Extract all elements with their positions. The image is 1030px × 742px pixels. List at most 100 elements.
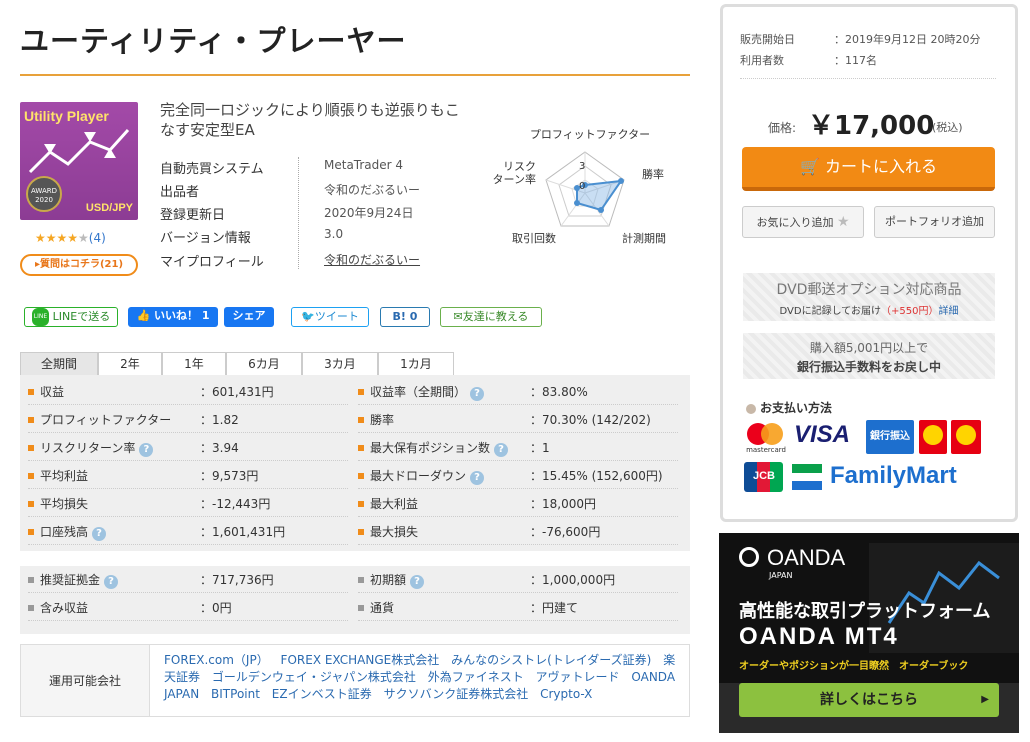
ask-question-button[interactable]: ▸質問はコチラ(21) [20, 254, 138, 276]
ad-brand-sub: JAPAN [769, 571, 793, 580]
stat-label-text: 最大ドローダウン [370, 469, 467, 483]
facebook-like-button[interactable]: 👍 いいね！ 1 [128, 307, 218, 327]
stat-value: ：0円 [200, 601, 232, 615]
stat-label: 最大ドローダウン? [358, 464, 485, 488]
page-title: ユーティリティ・プレーヤー [20, 24, 407, 58]
tweet-button[interactable]: 🐦ツイート [291, 307, 369, 327]
oanda-ad-banner[interactable]: OANDA JAPAN 高性能な取引プラットフォーム OANDA MT4 オーダ… [719, 533, 1019, 733]
stat-value: ：9,573円 [200, 469, 259, 483]
radar-label-pf: プロフィットファクター [529, 128, 651, 141]
cart-icon: 🛒 [799, 157, 820, 176]
help-icon[interactable]: ? [92, 527, 107, 541]
row-divider [358, 432, 678, 433]
bullet-icon [358, 388, 364, 395]
row-divider [358, 516, 678, 517]
add-portfolio-button[interactable]: ポートフォリオ追加 [874, 206, 995, 238]
rating-stars[interactable]: ★★★★★(4) [35, 231, 106, 245]
star-icon: ★ [836, 214, 850, 230]
bank-refund-line2: 銀行振込手数料をお戻し中 [796, 360, 941, 374]
stat-label: 収益率（全期間）? [358, 380, 485, 404]
thumbs-up-icon: 👍 [136, 309, 151, 322]
row-divider [358, 544, 678, 545]
bullet-icon [358, 604, 364, 611]
line-share-button[interactable]: LINE LINEで送る [24, 307, 118, 327]
dvd-detail-link[interactable]: 詳細 [938, 306, 958, 317]
brokers-label: 運用可能会社 [20, 644, 150, 717]
broker-link[interactable]: みんなのシストレ(トレイダーズ証券) [451, 653, 651, 667]
tab-all[interactable]: 全期間 [20, 352, 98, 376]
broker-link[interactable]: アヴァトレード [536, 670, 620, 684]
stat-value: ：-76,600円 [530, 525, 601, 539]
product-image[interactable]: Utility Player AWARD 2020 USD/JPY [20, 102, 138, 220]
tab-3m[interactable]: 3カ月 [302, 352, 378, 376]
rating-stars-filled: ★★★★ [35, 231, 79, 245]
bullet-icon [28, 472, 34, 479]
ad-details-button[interactable]: 詳しくはこちら ▶ [739, 683, 999, 717]
oanda-logo-icon [739, 547, 759, 567]
help-icon[interactable]: ? [104, 575, 119, 589]
broker-link[interactable]: 外為ファイネスト [428, 670, 524, 684]
help-icon[interactable]: ? [494, 443, 509, 457]
stat-label-text: 平均損失 [40, 497, 89, 511]
help-icon[interactable]: ? [470, 387, 485, 401]
stat-label: 口座残高? [28, 520, 107, 544]
help-icon[interactable]: ? [410, 575, 425, 589]
radar-label-win: 勝率 [642, 168, 664, 181]
stat-value: ：601,431円 [200, 385, 274, 399]
broker-link[interactable]: FOREX.com（JP） [164, 653, 269, 667]
tab-1y[interactable]: 1年 [162, 352, 226, 376]
broker-link[interactable]: サクソバンク証券株式会社 [384, 687, 529, 701]
brokers-list: FOREX.com（JP） FOREX EXCHANGE株式会社 みんなのシスト… [164, 652, 684, 703]
tell-friend-button[interactable]: ✉友達に教える [440, 307, 542, 327]
tell-friend-label: 友達に教える [462, 310, 529, 323]
broker-link[interactable]: Crypto-X [540, 687, 592, 701]
bank-refund-box: 購入額5,001円以上で 銀行振込手数料をお戻し中 [743, 333, 995, 379]
row-divider [28, 432, 348, 433]
profile-link[interactable]: 令和のだぶるいー [324, 251, 420, 268]
award-badge: AWARD 2020 [26, 176, 62, 212]
tab-6m[interactable]: 6カ月 [226, 352, 302, 376]
daily-yamazaki-logo [951, 420, 981, 454]
stat-label: 最大利益 [358, 492, 418, 516]
info-key: 出品者 [160, 185, 200, 200]
broker-link[interactable]: BITPoint [211, 687, 260, 701]
familymart-logo: FamilyMart [830, 462, 957, 489]
stat-value: ：1,601,431円 [200, 525, 286, 539]
payment-methods-label: お支払い方法 [760, 401, 833, 415]
info-separator [298, 157, 299, 269]
mastercard-logo: mastercard [743, 421, 789, 455]
facebook-share-button[interactable]: シェア [224, 307, 274, 327]
broker-link[interactable]: FOREX EXCHANGE株式会社 [281, 653, 440, 667]
dvd-option-sub: DVDに記録してお届け [779, 306, 881, 317]
stat-value: ：70.30% (142/202) [530, 413, 651, 427]
mastercard-text: mastercard [746, 446, 786, 454]
help-icon[interactable]: ? [139, 443, 154, 457]
stat-label-text: 含み収益 [40, 601, 89, 615]
info-value: 令和のだぶるいー [324, 183, 421, 197]
rating-stars-empty: ★ [78, 231, 89, 245]
ad-details-label: 詳しくはこちら [820, 692, 918, 708]
bullet-icon [358, 576, 364, 583]
tab-1m[interactable]: 1カ月 [378, 352, 454, 376]
tab-2y[interactable]: 2年 [98, 352, 162, 376]
hatena-bookmark-button[interactable]: B! 0 [380, 307, 430, 327]
help-icon[interactable]: ? [470, 471, 485, 485]
broker-link[interactable]: EZインベスト証券 [272, 687, 372, 701]
stat-value: ：1.82 [200, 413, 239, 427]
bank-transfer-logo: 銀行振込 [866, 420, 914, 454]
bullet-icon [358, 444, 364, 451]
add-to-cart-button[interactable]: 🛒 カートに入れる [742, 147, 995, 191]
row-divider [28, 592, 348, 593]
stat-label: 最大損失 [358, 520, 418, 544]
stat-label: 初期額? [358, 568, 425, 592]
stat-label: 推奨証拠金? [28, 568, 119, 592]
row-divider [28, 620, 348, 621]
broker-link[interactable]: ゴールデンウェイ・ジャパン株式会社 [212, 670, 416, 684]
review-count[interactable]: (4) [89, 231, 106, 245]
line-icon: LINE [31, 308, 50, 326]
stat-label: 収益 [28, 380, 64, 404]
add-favorite-button[interactable]: お気に入り追加 ★ [742, 206, 864, 238]
bullet-icon [28, 444, 34, 451]
bullet-icon [28, 576, 34, 583]
mail-icon: ✉ [453, 310, 463, 323]
